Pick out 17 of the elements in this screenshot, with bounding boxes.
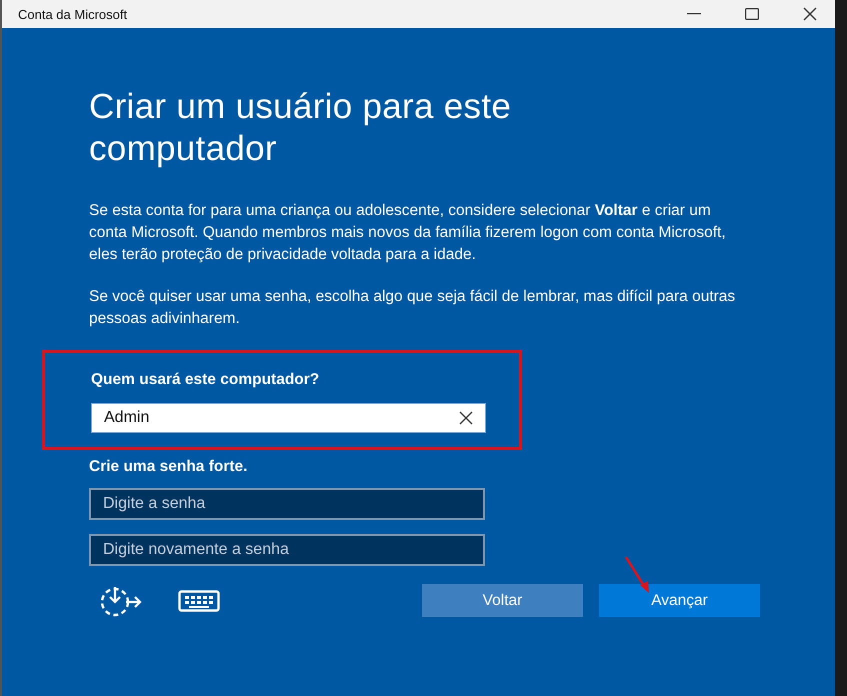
name-field[interactable]: Admin xyxy=(91,403,486,433)
window-title: Conta da Microsoft xyxy=(18,6,128,22)
maximize-icon[interactable] xyxy=(745,8,759,20)
next-button[interactable]: Avançar xyxy=(599,584,760,617)
keyboard-icon[interactable] xyxy=(178,590,220,612)
field-label: Quem usará este computador? xyxy=(91,371,320,389)
password-field[interactable]: Digite novamente a senha xyxy=(89,534,485,566)
close-icon[interactable] xyxy=(803,7,817,21)
password-field[interactable]: Digite a senha xyxy=(89,488,485,520)
page-heading: Criar um usuário para este computador xyxy=(89,86,512,170)
description-text: Se você quiser usar uma senha, escolha algo que seja fácil de lembrar, mas difícil para outras pessoas adivinharem. xyxy=(89,287,736,329)
clear-icon[interactable] xyxy=(459,411,473,425)
minimize-icon[interactable] xyxy=(687,13,701,15)
description-text: Se esta conta for para uma criança ou adolescente, considere selecionar Voltar e criar um conta Microsoft. Quando membros mais novos da família fizerem logon com conta Microsoft, eles terão proteção de privacidade voltada para a idade. xyxy=(89,201,727,265)
back-button[interactable]: Voltar xyxy=(422,584,583,617)
field-label: Crie uma senha forte. xyxy=(89,458,248,476)
accessibility-icon[interactable] xyxy=(98,584,142,616)
